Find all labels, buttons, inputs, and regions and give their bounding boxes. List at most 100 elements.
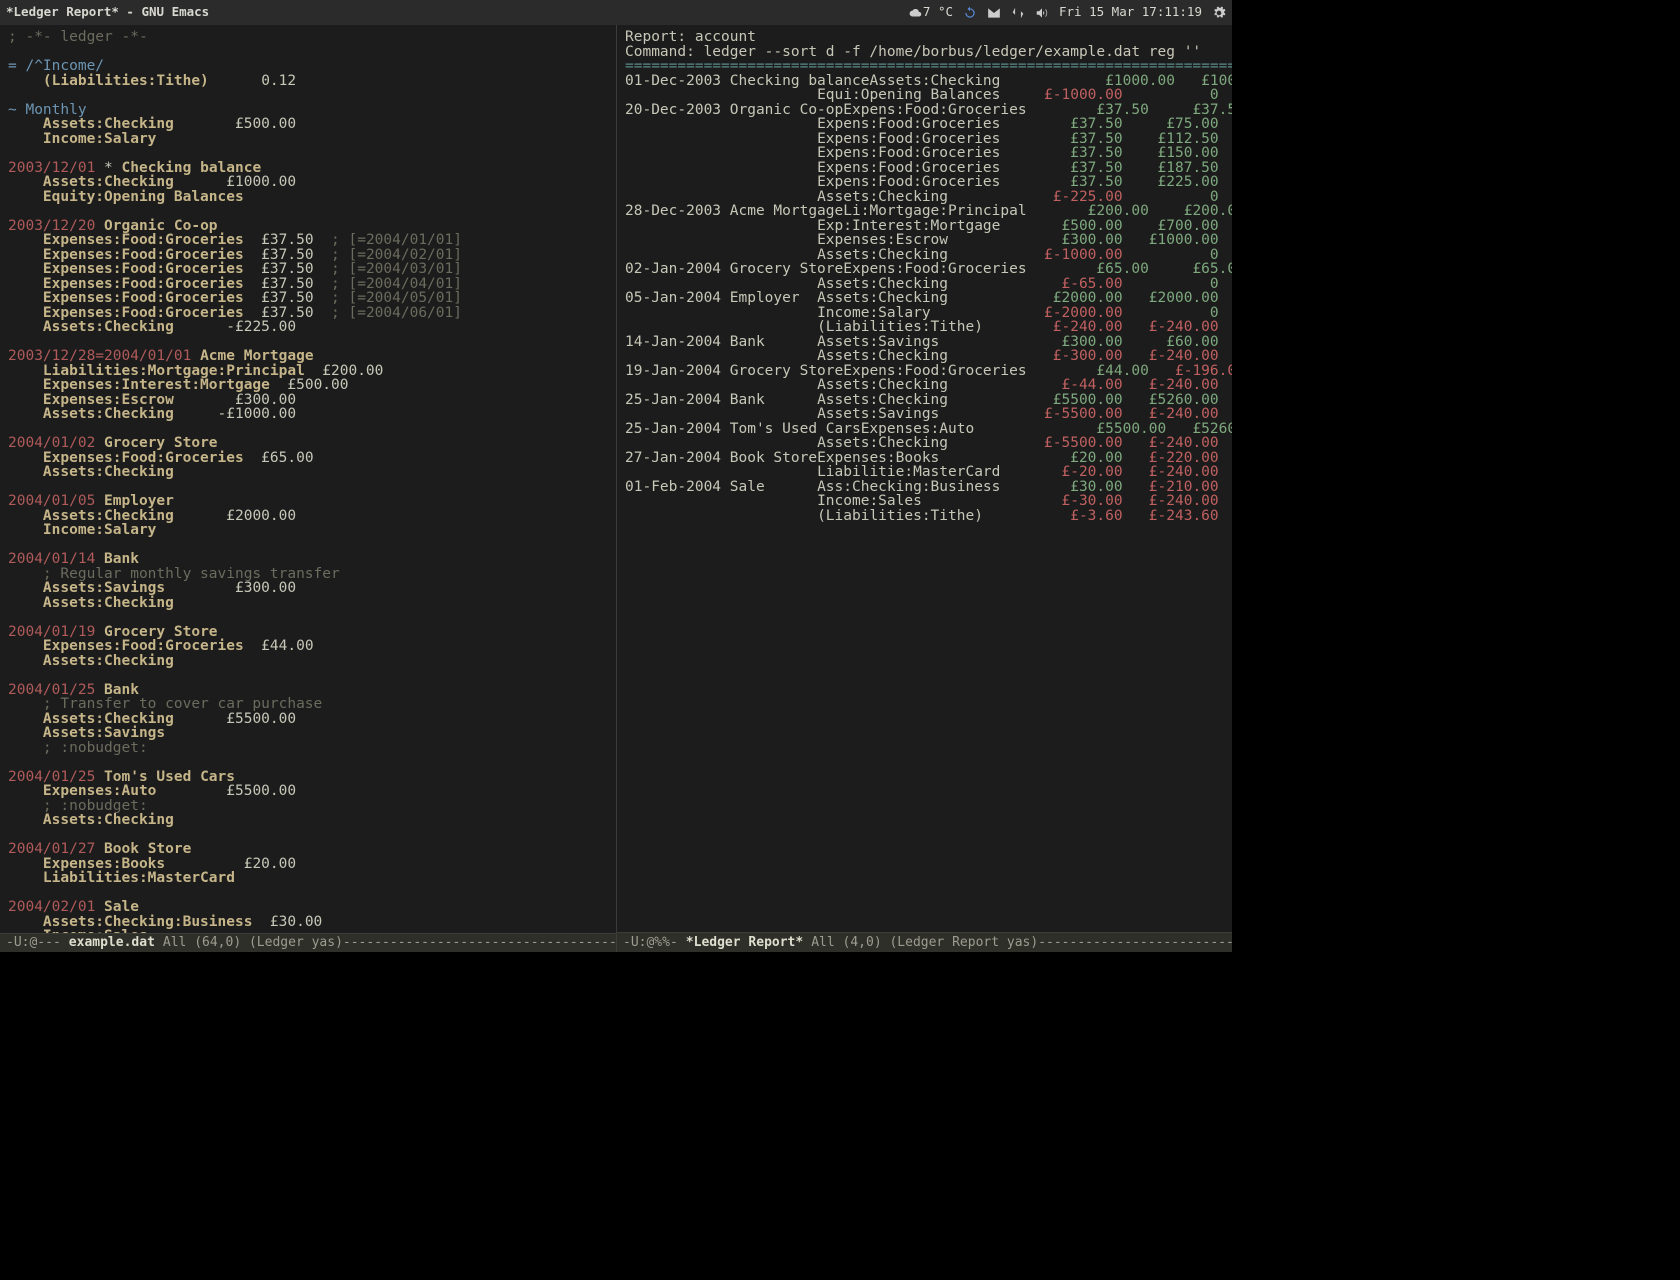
network-icon[interactable] [1011,6,1025,20]
report-row: Assets:Checking £-44.00 £-240.00 [625,378,1224,393]
ledger-line: Assets:Checking [8,654,608,669]
right-buffer[interactable]: Report: accountCommand: ledger --sort d … [617,25,1232,932]
ledger-line: = /^Income/ [8,59,608,74]
report-row: 01-Dec-2003 Checking balanceAssets:Check… [625,74,1224,89]
ledger-line [8,610,608,625]
ledger-line: Liabilities:MasterCard [8,871,608,886]
ledger-line: ; -*- ledger -*- [8,30,608,45]
report-row: 14-Jan-2004 Bank Assets:Savings £300.00 … [625,335,1224,350]
report-row: Assets:Savings £-5500.00 £-240.00 [625,407,1224,422]
report-row: 20-Dec-2003 Organic Co-opExpens:Food:Gro… [625,103,1224,118]
left-modeline[interactable]: -U:@--- example.dat All (64,0) (Ledger y… [0,933,616,952]
report-row: Expenses:Escrow £300.00 £1000.00 [625,233,1224,248]
ledger-line: 2003/12/01 * Checking balance [8,161,608,176]
ledger-line [8,538,608,553]
report-row: Assets:Checking £-225.00 0 [625,190,1224,205]
ledger-line: (Liabilities:Tithe) 0.12 [8,74,608,89]
ledger-line: Assets:Checking -£1000.00 [8,407,608,422]
report-row: 25-Jan-2004 Bank Assets:Checking £5500.0… [625,393,1224,408]
report-header: Command: ledger --sort d -f /home/borbus… [625,45,1224,60]
left-buffer[interactable]: ; -*- ledger -*- = /^Income/ (Liabilities… [0,25,616,933]
ledger-line: Expenses:Food:Groceries £37.50 ; [=2004/… [8,233,608,248]
modeline-buffer-name: example.dat [61,936,163,949]
right-window[interactable]: Report: accountCommand: ledger --sort d … [616,25,1232,952]
ledger-line: Expenses:Interest:Mortgage £500.00 [8,378,608,393]
modeline-prefix: -U:@--- [6,936,61,949]
ledger-line: Expenses:Food:Groceries £37.50 ; [=2004/… [8,262,608,277]
ledger-line: ; Regular monthly savings transfer [8,567,608,582]
ledger-line: 2003/12/28=2004/01/01 Acme Mortgage [8,349,608,364]
report-row: (Liabilities:Tithe) £-3.60 £-243.60 [625,509,1224,524]
report-row: 19-Jan-2004 Grocery StoreExpens:Food:Gro… [625,364,1224,379]
ledger-line: Income:Salary [8,132,608,147]
report-row: Assets:Checking £-300.00 £-240.00 [625,349,1224,364]
volume-icon[interactable] [1035,6,1049,20]
ledger-line: 2003/12/20 Organic Co-op [8,219,608,234]
report-row: 05-Jan-2004 Employer Assets:Checking £20… [625,291,1224,306]
report-rule: ========================================… [625,59,1224,74]
report-row: Assets:Checking £-5500.00 £-240.00 [625,436,1224,451]
ledger-line [8,45,608,60]
ledger-line: ~ Monthly [8,103,608,118]
ledger-line: Expenses:Auto £5500.00 [8,784,608,799]
refresh-icon[interactable] [963,6,977,20]
ledger-line: Assets:Checking -£225.00 [8,320,608,335]
report-row: Income:Salary £-2000.00 0 [625,306,1224,321]
mail-icon[interactable] [987,6,1001,20]
modeline-dashes: ----------------------------------------… [343,936,616,949]
ledger-line [8,88,608,103]
report-row: Liabilitie:MasterCard £-20.00 £-240.00 [625,465,1224,480]
ledger-line [8,335,608,350]
ledger-line: 2004/01/25 Bank [8,683,608,698]
report-row: Expens:Food:Groceries £37.50 £112.50 [625,132,1224,147]
ledger-line: Assets:Checking £2000.00 [8,509,608,524]
ledger-line: Assets:Checking £5500.00 [8,712,608,727]
ledger-line: Expenses:Food:Groceries £65.00 [8,451,608,466]
ledger-line [8,828,608,843]
ledger-line: Expenses:Food:Groceries £37.50 ; [=2004/… [8,277,608,292]
ledger-line: 2004/02/01 Sale [8,900,608,915]
gear-icon[interactable] [1212,6,1226,20]
clock[interactable]: Fri 15 Mar 17:11:19 [1059,6,1202,19]
report-row: Expens:Food:Groceries £37.50 £225.00 [625,175,1224,190]
ledger-line: Assets:Checking [8,465,608,480]
report-row: 02-Jan-2004 Grocery StoreExpens:Food:Gro… [625,262,1224,277]
report-row: Income:Sales £-30.00 £-240.00 [625,494,1224,509]
ledger-line: ; Transfer to cover car purchase [8,697,608,712]
ledger-line [8,422,608,437]
ledger-line: Assets:Checking [8,596,608,611]
right-modeline[interactable]: -U:@%%- *Ledger Report* All (4,0) (Ledge… [617,932,1232,952]
ledger-line [8,146,608,161]
modeline-buffer-name: *Ledger Report* [678,936,811,949]
window-title: *Ledger Report* - GNU Emacs [6,6,209,19]
report-row: Exp:Interest:Mortgage £500.00 £700.00 [625,219,1224,234]
modeline-pos: All (64,0) (Ledger yas) [163,936,343,949]
weather-indicator[interactable]: 7 °C [909,6,953,20]
ledger-line [8,886,608,901]
ledger-line: ; :nobudget: [8,799,608,814]
ledger-line: Assets:Checking [8,813,608,828]
report-row: Expens:Food:Groceries £37.50 £150.00 [625,146,1224,161]
cloud-icon [909,6,923,20]
desktop-panel: *Ledger Report* - GNU Emacs 7 °C Fri 15 … [0,0,1232,25]
left-window[interactable]: ; -*- ledger -*- = /^Income/ (Liabilities… [0,25,616,952]
report-row: 28-Dec-2003 Acme MortgageLi:Mortgage:Pri… [625,204,1224,219]
ledger-line: 2004/01/14 Bank [8,552,608,567]
report-row: (Liabilities:Tithe) £-240.00 £-240.00 [625,320,1224,335]
ledger-line: 2004/01/05 Employer [8,494,608,509]
ledger-line: Expenses:Escrow £300.00 [8,393,608,408]
ledger-line: Equity:Opening Balances [8,190,608,205]
report-row: Expens:Food:Groceries £37.50 £75.00 [625,117,1224,132]
system-tray[interactable]: 7 °C Fri 15 Mar 17:11:19 [909,6,1226,20]
ledger-line: Assets:Savings £300.00 [8,581,608,596]
ledger-line: Expenses:Food:Groceries £37.50 ; [=2004/… [8,248,608,263]
ledger-line: 2004/01/19 Grocery Store [8,625,608,640]
ledger-line: Expenses:Food:Groceries £37.50 ; [=2004/… [8,306,608,321]
ledger-line: Expenses:Food:Groceries £37.50 ; [=2004/… [8,291,608,306]
modeline-prefix: -U:@%%- [623,936,678,949]
report-header: Report: account [625,30,1224,45]
ledger-line [8,668,608,683]
weather-text: 7 °C [923,6,953,19]
ledger-line: Assets:Checking:Business £30.00 [8,915,608,930]
ledger-line: 2004/01/02 Grocery Store [8,436,608,451]
